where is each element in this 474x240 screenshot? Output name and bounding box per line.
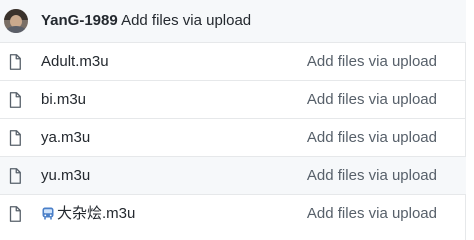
commit-author-link[interactable]: YanG-1989 [41, 12, 118, 29]
latest-commit-header: YanG-1989 Add files via upload [0, 0, 466, 43]
tram-emoji-icon [42, 207, 54, 220]
file-icon [9, 130, 21, 146]
file-icon [9, 206, 21, 222]
file-list-panel: YanG-1989 Add files via upload Adult.m3u… [0, 0, 466, 240]
file-icon [9, 92, 21, 108]
file-commit-message[interactable]: Add files via upload [307, 167, 437, 185]
file-row[interactable]: 大杂烩.m3u Add files via upload [0, 195, 466, 233]
latest-commit-message[interactable]: Add files via upload [121, 12, 251, 29]
file-name-link[interactable]: ya.m3u [41, 129, 90, 147]
file-name-link[interactable]: bi.m3u [41, 91, 86, 109]
file-icon [9, 54, 21, 70]
avatar-shirt [6, 26, 26, 33]
file-row[interactable]: yu.m3u Add files via upload [0, 157, 466, 195]
file-commit-message[interactable]: Add files via upload [307, 129, 437, 147]
file-commit-message[interactable]: Add files via upload [307, 91, 437, 109]
user-avatar[interactable] [4, 9, 28, 33]
file-name-link[interactable]: Adult.m3u [41, 53, 109, 71]
file-row[interactable]: bi.m3u Add files via upload [0, 81, 466, 119]
file-row[interactable]: Adult.m3u Add files via upload [0, 43, 466, 81]
file-icon [9, 168, 21, 184]
file-commit-message[interactable]: Add files via upload [307, 53, 437, 71]
file-name-link[interactable]: yu.m3u [41, 167, 90, 185]
file-name-text: 大杂烩.m3u [57, 205, 136, 222]
latest-commit-text: YanG-1989 Add files via upload [41, 12, 251, 30]
file-name-link[interactable]: 大杂烩.m3u [41, 205, 135, 223]
file-commit-message[interactable]: Add files via upload [307, 205, 437, 223]
file-row[interactable]: ya.m3u Add files via upload [0, 119, 466, 157]
